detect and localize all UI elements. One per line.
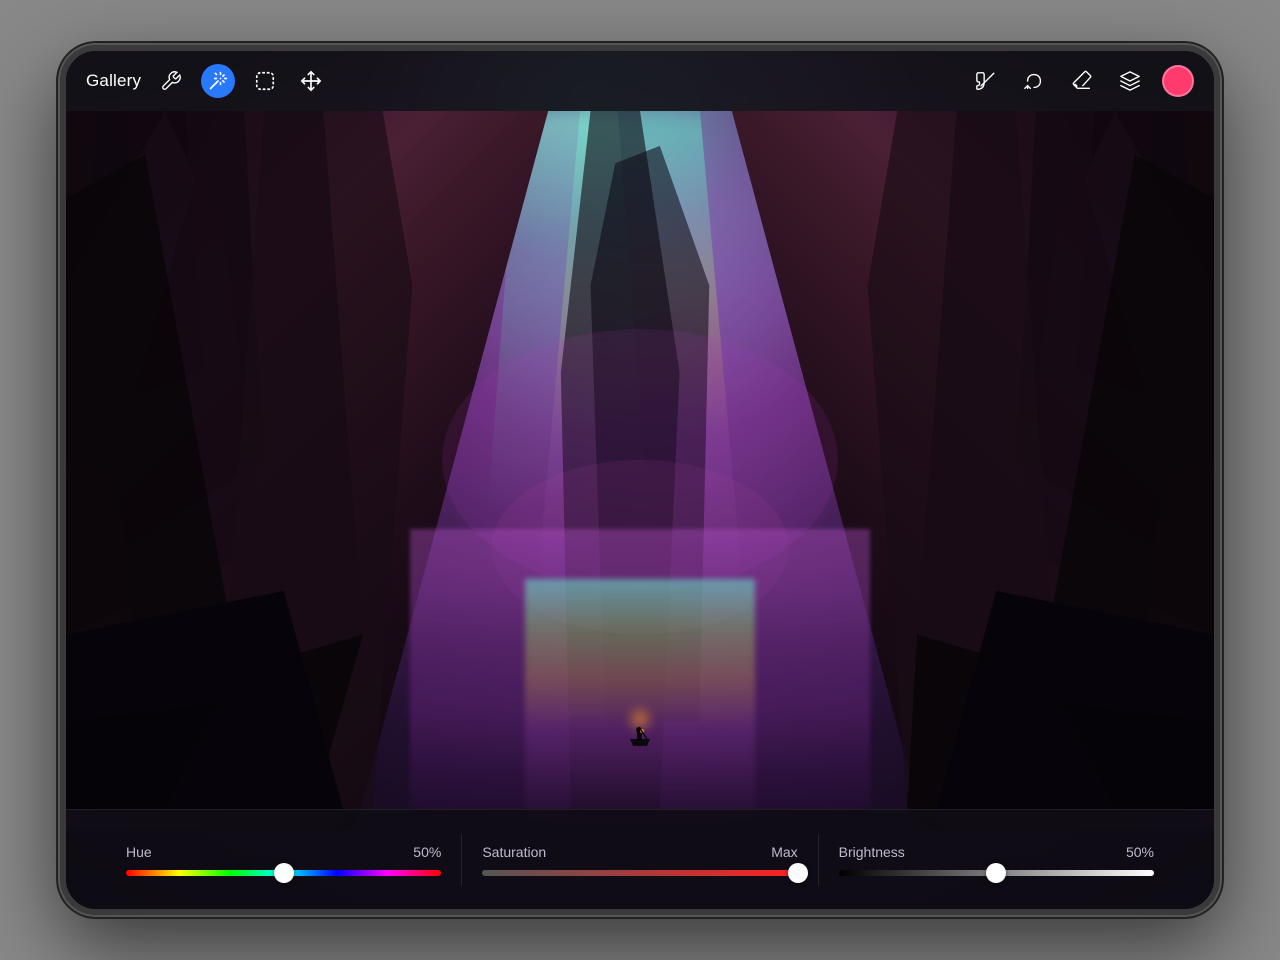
brightness-slider-group: Brightness 50% [819, 844, 1174, 876]
toolbar-left: Gallery [86, 64, 327, 98]
brightness-slider-track[interactable] [839, 870, 1154, 876]
gallery-button[interactable]: Gallery [86, 71, 141, 91]
color-picker-swatch[interactable] [1162, 65, 1194, 97]
saturation-slider-track[interactable] [482, 870, 797, 876]
saturation-slider-group: Saturation Max [462, 844, 817, 876]
canvas-area [66, 51, 1214, 909]
device-screen: Gallery [66, 51, 1214, 909]
brightness-label: Brightness [839, 844, 905, 860]
saturation-value: Max [771, 844, 797, 860]
settings-button[interactable] [155, 65, 187, 97]
toolbar: Gallery [66, 51, 1214, 111]
layers-button[interactable] [1114, 65, 1146, 97]
brightness-slider-header: Brightness 50% [839, 844, 1154, 860]
smudge-button[interactable] [1018, 65, 1050, 97]
adjustments-button[interactable] [201, 64, 235, 98]
hue-slider-thumb[interactable] [274, 863, 294, 883]
toolbar-right [970, 65, 1194, 97]
hue-slider-track[interactable] [126, 870, 441, 876]
brightness-slider-thumb[interactable] [986, 863, 1006, 883]
artwork-background [66, 51, 1214, 909]
eraser-button[interactable] [1066, 65, 1098, 97]
hue-slider-header: Hue 50% [126, 844, 441, 860]
boat [625, 724, 655, 749]
saturation-slider-header: Saturation Max [482, 844, 797, 860]
brush-button[interactable] [970, 65, 1002, 97]
saturation-label: Saturation [482, 844, 546, 860]
brightness-value: 50% [1126, 844, 1154, 860]
device-frame: Gallery [60, 45, 1220, 915]
hue-label: Hue [126, 844, 152, 860]
sliders-panel: Hue 50% Saturation Max [66, 809, 1214, 909]
hue-slider-group: Hue 50% [106, 844, 461, 876]
saturation-slider-thumb[interactable] [788, 863, 808, 883]
selection-button[interactable] [249, 65, 281, 97]
hue-value: 50% [413, 844, 441, 860]
transform-button[interactable] [295, 65, 327, 97]
